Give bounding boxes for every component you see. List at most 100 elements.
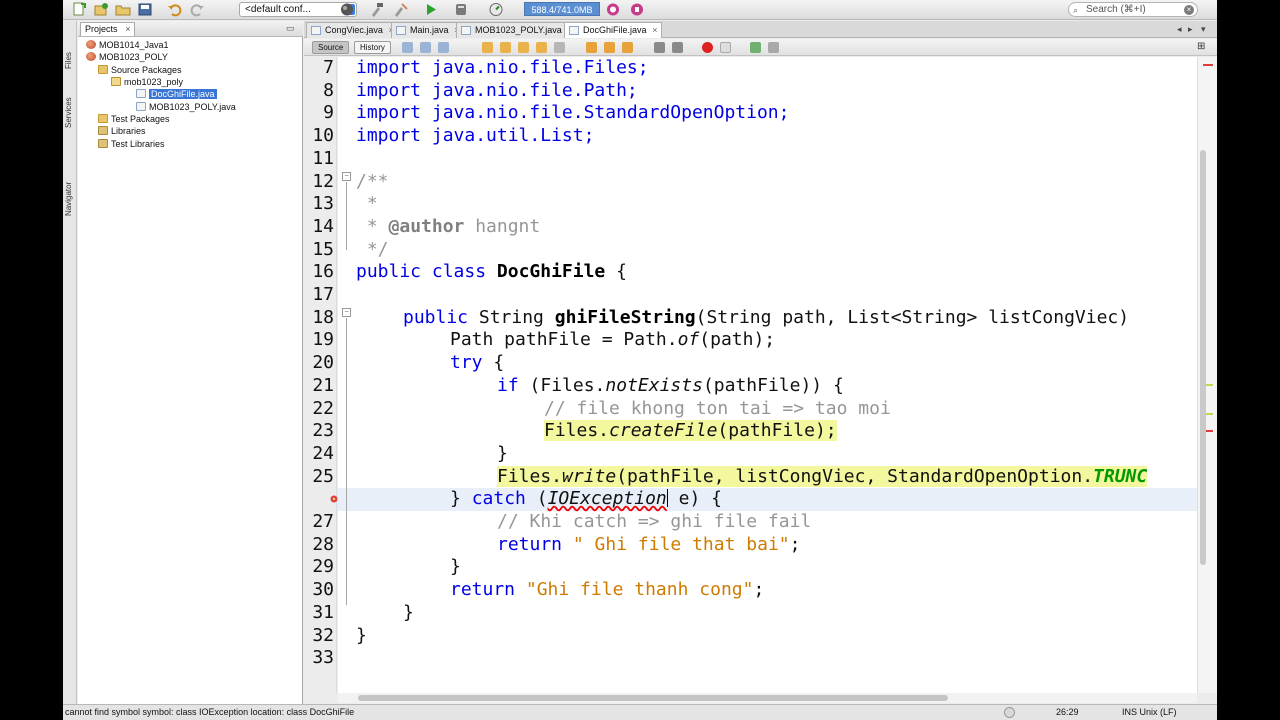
stop-macro-icon[interactable]	[720, 42, 731, 53]
tree-item-test-packages[interactable]: Test Packages	[98, 113, 170, 125]
tree-item-label: MOB1023_POLY	[99, 52, 168, 62]
undo-icon[interactable]	[167, 2, 183, 17]
tree-item-source-packages[interactable]: Source Packages	[98, 64, 182, 76]
clean-build-icon[interactable]	[393, 2, 409, 17]
tab-congviec[interactable]: CongViec.java×	[306, 22, 398, 38]
tab-scroll-left-icon[interactable]: ◂	[1177, 24, 1182, 35]
clear-search-icon[interactable]: ×	[1184, 5, 1194, 15]
build-icon[interactable]	[369, 2, 385, 17]
fold-line	[346, 182, 347, 250]
tab-navigator[interactable]: Navigator	[64, 171, 76, 227]
back-icon[interactable]	[420, 42, 431, 53]
close-icon[interactable]: ×	[125, 23, 130, 36]
tab-services[interactable]: Services	[64, 87, 76, 139]
notification-icon[interactable]	[1004, 707, 1015, 718]
toggle-rect-icon[interactable]	[554, 42, 565, 53]
find-prev-icon[interactable]	[500, 42, 511, 53]
tree-item-libraries[interactable]: Libraries	[98, 125, 146, 137]
vertical-scrollbar[interactable]	[1200, 150, 1206, 565]
code-line: *	[356, 193, 378, 216]
horizontal-scrollbar[interactable]	[358, 695, 948, 701]
tab-scroll-right-icon[interactable]: ▸	[1188, 24, 1193, 35]
code-text: write	[562, 465, 617, 487]
new-file-icon[interactable]	[71, 2, 87, 17]
memory-indicator[interactable]: 588.4/741.0MB	[524, 2, 600, 16]
java-file-icon	[396, 26, 406, 35]
search-input[interactable]: ⌕ Search (⌘+I) ×	[1068, 2, 1198, 17]
profiler-icon[interactable]	[629, 2, 645, 17]
shift-left-icon[interactable]	[654, 42, 665, 53]
close-icon[interactable]: ×	[652, 23, 657, 38]
tab-files[interactable]: Files	[64, 41, 76, 81]
projects-tab[interactable]: Projects ×	[80, 22, 135, 36]
code-line: * @author hangnt	[356, 216, 540, 239]
tree-item-docghifile[interactable]: DocGhiFile.java	[136, 88, 217, 100]
code-text: */	[356, 238, 389, 260]
tree-item-label: MOB1023_POLY.java	[149, 102, 236, 112]
tab-main[interactable]: Main.java×	[391, 22, 464, 38]
error-stripe-mark[interactable]	[1203, 64, 1213, 66]
open-project-icon[interactable]	[115, 2, 131, 17]
error-token[interactable]: IOException	[548, 488, 667, 509]
run-icon[interactable]	[423, 2, 439, 17]
code-text: }	[450, 488, 472, 510]
tree-item-test-libraries[interactable]: Test Libraries	[98, 138, 165, 150]
globe-icon[interactable]	[339, 2, 355, 17]
minimize-icon[interactable]: ▭	[286, 23, 295, 34]
fold-line	[346, 318, 347, 605]
code-editor[interactable]: import java.nio.file.Files; import java.…	[338, 57, 1197, 693]
next-bookmark-icon[interactable]	[604, 42, 615, 53]
code-line: Files.createFile(pathFile);	[544, 420, 837, 443]
debug-icon[interactable]	[453, 2, 469, 17]
toggle-bookmark-icon[interactable]	[622, 42, 633, 53]
shift-right-icon[interactable]	[672, 42, 683, 53]
tab-mob1023-poly[interactable]: MOB1023_POLY.java×	[456, 22, 577, 38]
history-button[interactable]: History	[354, 41, 391, 54]
fold-toggle[interactable]: −	[342, 172, 351, 181]
code-line: import java.util.List;	[356, 125, 594, 148]
code-text: return	[450, 579, 516, 601]
find-next-icon[interactable]	[518, 42, 529, 53]
find-icon[interactable]	[482, 42, 493, 53]
code-line: try {	[450, 352, 504, 375]
code-text: }	[497, 442, 508, 464]
uncomment-icon[interactable]	[768, 42, 779, 53]
projects-tab-label: Projects	[85, 24, 118, 34]
code-line: } catch (IOException e) {	[450, 488, 722, 511]
split-icon[interactable]: ⊞	[1197, 42, 1208, 53]
toggle-highlight-icon[interactable]	[536, 42, 547, 53]
tree-item-package[interactable]: mob1023_poly	[111, 76, 183, 88]
forward-icon[interactable]	[438, 42, 449, 53]
search-placeholder: Search (⌘+I)	[1086, 4, 1146, 15]
code-line: import java.nio.file.StandardOpenOption;	[356, 102, 789, 125]
redo-icon[interactable]	[189, 2, 205, 17]
gc-icon[interactable]	[605, 2, 621, 17]
code-text: import java.nio.file.Files;	[356, 57, 649, 78]
start-macro-icon[interactable]	[702, 42, 713, 53]
line-number: 31	[312, 601, 334, 623]
code-text: hangnt	[464, 215, 541, 237]
java-file-icon	[461, 26, 471, 35]
tab-list-icon[interactable]: ▾	[1201, 24, 1206, 35]
tree-item-mob1014[interactable]: MOB1014_Java1	[86, 39, 169, 51]
left-letterbox	[0, 0, 63, 720]
source-button[interactable]: Source	[312, 41, 350, 54]
code-text: of	[677, 329, 700, 351]
config-select-value: <default conf...	[245, 4, 311, 15]
caret-position[interactable]: 26:29	[1056, 705, 1079, 720]
comment-icon[interactable]	[750, 42, 761, 53]
profile-icon[interactable]	[488, 2, 504, 17]
tab-docghifile[interactable]: DocGhiFile.java ×	[564, 22, 662, 38]
tree-item-mob1023[interactable]: MOB1023_POLY	[86, 51, 168, 63]
new-project-icon[interactable]	[93, 2, 109, 17]
code-text: " Ghi file that bai"	[572, 533, 790, 555]
prev-bookmark-icon[interactable]	[586, 42, 597, 53]
code-text: "Ghi file thanh cong"	[525, 579, 754, 601]
error-marker-icon[interactable]	[330, 495, 338, 503]
last-edit-icon[interactable]	[402, 42, 413, 53]
tree-item-mob1023-java[interactable]: MOB1023_POLY.java	[136, 101, 236, 113]
save-all-icon[interactable]	[137, 2, 153, 17]
fold-toggle[interactable]: −	[342, 308, 351, 317]
mark-occurrence: Files.createFile(pathFile);	[544, 420, 837, 442]
line-number: 16	[312, 261, 334, 283]
